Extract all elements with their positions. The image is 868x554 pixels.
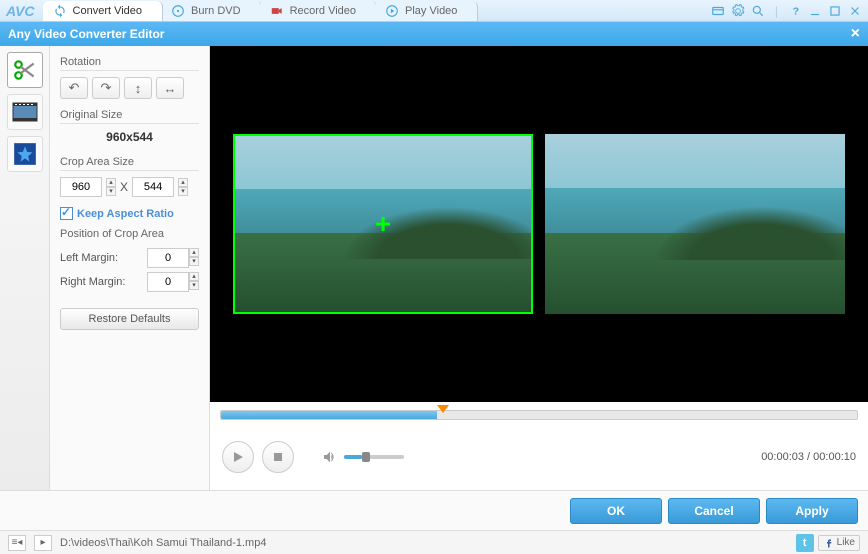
flip-vertical-button[interactable]: ↕ xyxy=(124,77,152,99)
tab-label: Play Video xyxy=(405,5,457,17)
flip-horizontal-button[interactable]: ↔ xyxy=(156,77,184,99)
ok-button[interactable]: OK xyxy=(570,498,662,524)
rotation-buttons: ↶ ↷ ↕ ↔ xyxy=(60,77,199,99)
volume-knob[interactable] xyxy=(362,452,370,462)
tab-label: Record Video xyxy=(290,5,356,17)
editor-title-bar: Any Video Converter Editor × xyxy=(0,22,868,46)
tab-label: Convert Video xyxy=(73,5,143,17)
crop-center-cross-icon: + xyxy=(375,208,391,240)
volume-control xyxy=(322,449,404,465)
play-button[interactable] xyxy=(222,441,254,473)
stop-icon xyxy=(273,452,283,462)
crop-height-stepper[interactable]: ▴▾ xyxy=(178,178,188,196)
left-margin-row: Left Margin: ▴▾ xyxy=(60,248,199,268)
apply-button[interactable]: Apply xyxy=(766,498,858,524)
crop-preview-frame[interactable]: + xyxy=(233,134,533,314)
left-margin-stepper[interactable]: ▴▾ xyxy=(189,248,199,268)
record-icon xyxy=(270,4,284,18)
separator: | xyxy=(775,4,778,18)
search-icon[interactable] xyxy=(751,4,765,18)
crop-tool-button[interactable] xyxy=(7,52,43,88)
crop-x-label: X xyxy=(120,180,128,194)
play-icon xyxy=(232,451,244,463)
like-label: Like xyxy=(837,537,855,548)
output-preview-frame xyxy=(545,134,845,314)
gear-icon[interactable] xyxy=(731,4,745,18)
right-margin-stepper[interactable]: ▴▾ xyxy=(189,272,199,292)
close-button[interactable] xyxy=(848,4,862,18)
svg-text:?: ? xyxy=(793,5,799,17)
help-icon[interactable]: ? xyxy=(788,4,802,18)
crop-width-input[interactable] xyxy=(60,177,102,197)
effects-tool-button[interactable] xyxy=(7,136,43,172)
timeline-progress xyxy=(221,411,437,419)
restore-defaults-button[interactable]: Restore Defaults xyxy=(60,308,199,330)
volume-fill xyxy=(344,455,362,459)
timeline xyxy=(210,402,868,432)
card-icon[interactable] xyxy=(711,4,725,18)
tool-sidebar xyxy=(0,46,50,490)
star-icon xyxy=(12,141,38,167)
status-bar: ≡◂ ▸ D:\videos\Thai\Koh Samui Thailand-1… xyxy=(0,530,868,554)
next-file-button[interactable]: ▸ xyxy=(34,535,52,551)
time-display: 00:00:03 / 00:00:10 xyxy=(761,451,856,463)
settings-panel: Rotation ↶ ↷ ↕ ↔ Original Size 960x544 C… xyxy=(50,46,210,490)
film-tool-button[interactable] xyxy=(7,94,43,130)
left-margin-label: Left Margin: xyxy=(60,252,118,264)
app-logo: AVC xyxy=(6,3,35,19)
tab-convert-video[interactable]: Convert Video xyxy=(43,1,164,21)
video-area: + xyxy=(210,46,868,402)
keep-aspect-checkbox[interactable] xyxy=(60,207,73,220)
file-path: D:\videos\Thai\Koh Samui Thailand-1.mp4 xyxy=(60,537,266,549)
original-size-label: Original Size xyxy=(60,109,199,124)
facebook-icon xyxy=(823,537,835,549)
crop-size-inputs: ▴▾ X ▴▾ xyxy=(60,177,199,197)
crop-height-input[interactable] xyxy=(132,177,174,197)
timeline-track[interactable] xyxy=(220,410,858,420)
volume-icon[interactable] xyxy=(322,449,338,465)
right-margin-label: Right Margin: xyxy=(60,276,125,288)
keep-aspect-row: Keep Aspect Ratio xyxy=(60,207,199,220)
stop-button[interactable] xyxy=(262,441,294,473)
facebook-like-button[interactable]: Like xyxy=(818,535,860,551)
twitter-button[interactable]: t xyxy=(796,534,814,552)
volume-slider[interactable] xyxy=(344,455,404,459)
minimize-button[interactable] xyxy=(808,4,822,18)
scissors-icon xyxy=(12,57,38,83)
social-buttons: t Like xyxy=(796,534,860,552)
rotation-section-title: Rotation xyxy=(60,56,199,71)
film-icon xyxy=(12,102,38,122)
timeline-marker[interactable] xyxy=(437,405,449,413)
keep-aspect-label: Keep Aspect Ratio xyxy=(77,208,174,220)
play-icon xyxy=(385,4,399,18)
right-margin-input[interactable] xyxy=(147,272,189,292)
disc-icon xyxy=(171,4,185,18)
left-margin-input[interactable] xyxy=(147,248,189,268)
refresh-icon xyxy=(53,4,67,18)
editor-title: Any Video Converter Editor xyxy=(8,27,164,41)
cancel-button[interactable]: Cancel xyxy=(668,498,760,524)
rotate-right-button[interactable]: ↷ xyxy=(92,77,120,99)
position-label: Position of Crop Area xyxy=(60,228,199,242)
tab-strip: Convert Video Burn DVD Record Video Play… xyxy=(43,1,711,21)
prev-file-button[interactable]: ≡◂ xyxy=(8,535,26,551)
crop-width-stepper[interactable]: ▴▾ xyxy=(106,178,116,196)
top-bar: AVC Convert Video Burn DVD Record Video … xyxy=(0,0,868,22)
original-size-value: 960x544 xyxy=(60,130,199,144)
top-icons: | ? xyxy=(711,4,862,18)
right-margin-row: Right Margin: ▴▾ xyxy=(60,272,199,292)
tab-label: Burn DVD xyxy=(191,5,241,17)
tab-burn-dvd[interactable]: Burn DVD xyxy=(161,1,262,21)
main-area: Rotation ↶ ↷ ↕ ↔ Original Size 960x544 C… xyxy=(0,46,868,490)
preview-area: + xyxy=(210,46,868,490)
playback-controls: 00:00:03 / 00:00:10 xyxy=(210,432,868,482)
tab-record-video[interactable]: Record Video xyxy=(260,1,377,21)
editor-close-button[interactable]: × xyxy=(851,25,860,43)
crop-area-label: Crop Area Size xyxy=(60,156,199,171)
maximize-button[interactable] xyxy=(828,4,842,18)
rotate-left-button[interactable]: ↶ xyxy=(60,77,88,99)
tab-play-video[interactable]: Play Video xyxy=(375,1,478,21)
dialog-footer: OK Cancel Apply xyxy=(0,490,868,530)
